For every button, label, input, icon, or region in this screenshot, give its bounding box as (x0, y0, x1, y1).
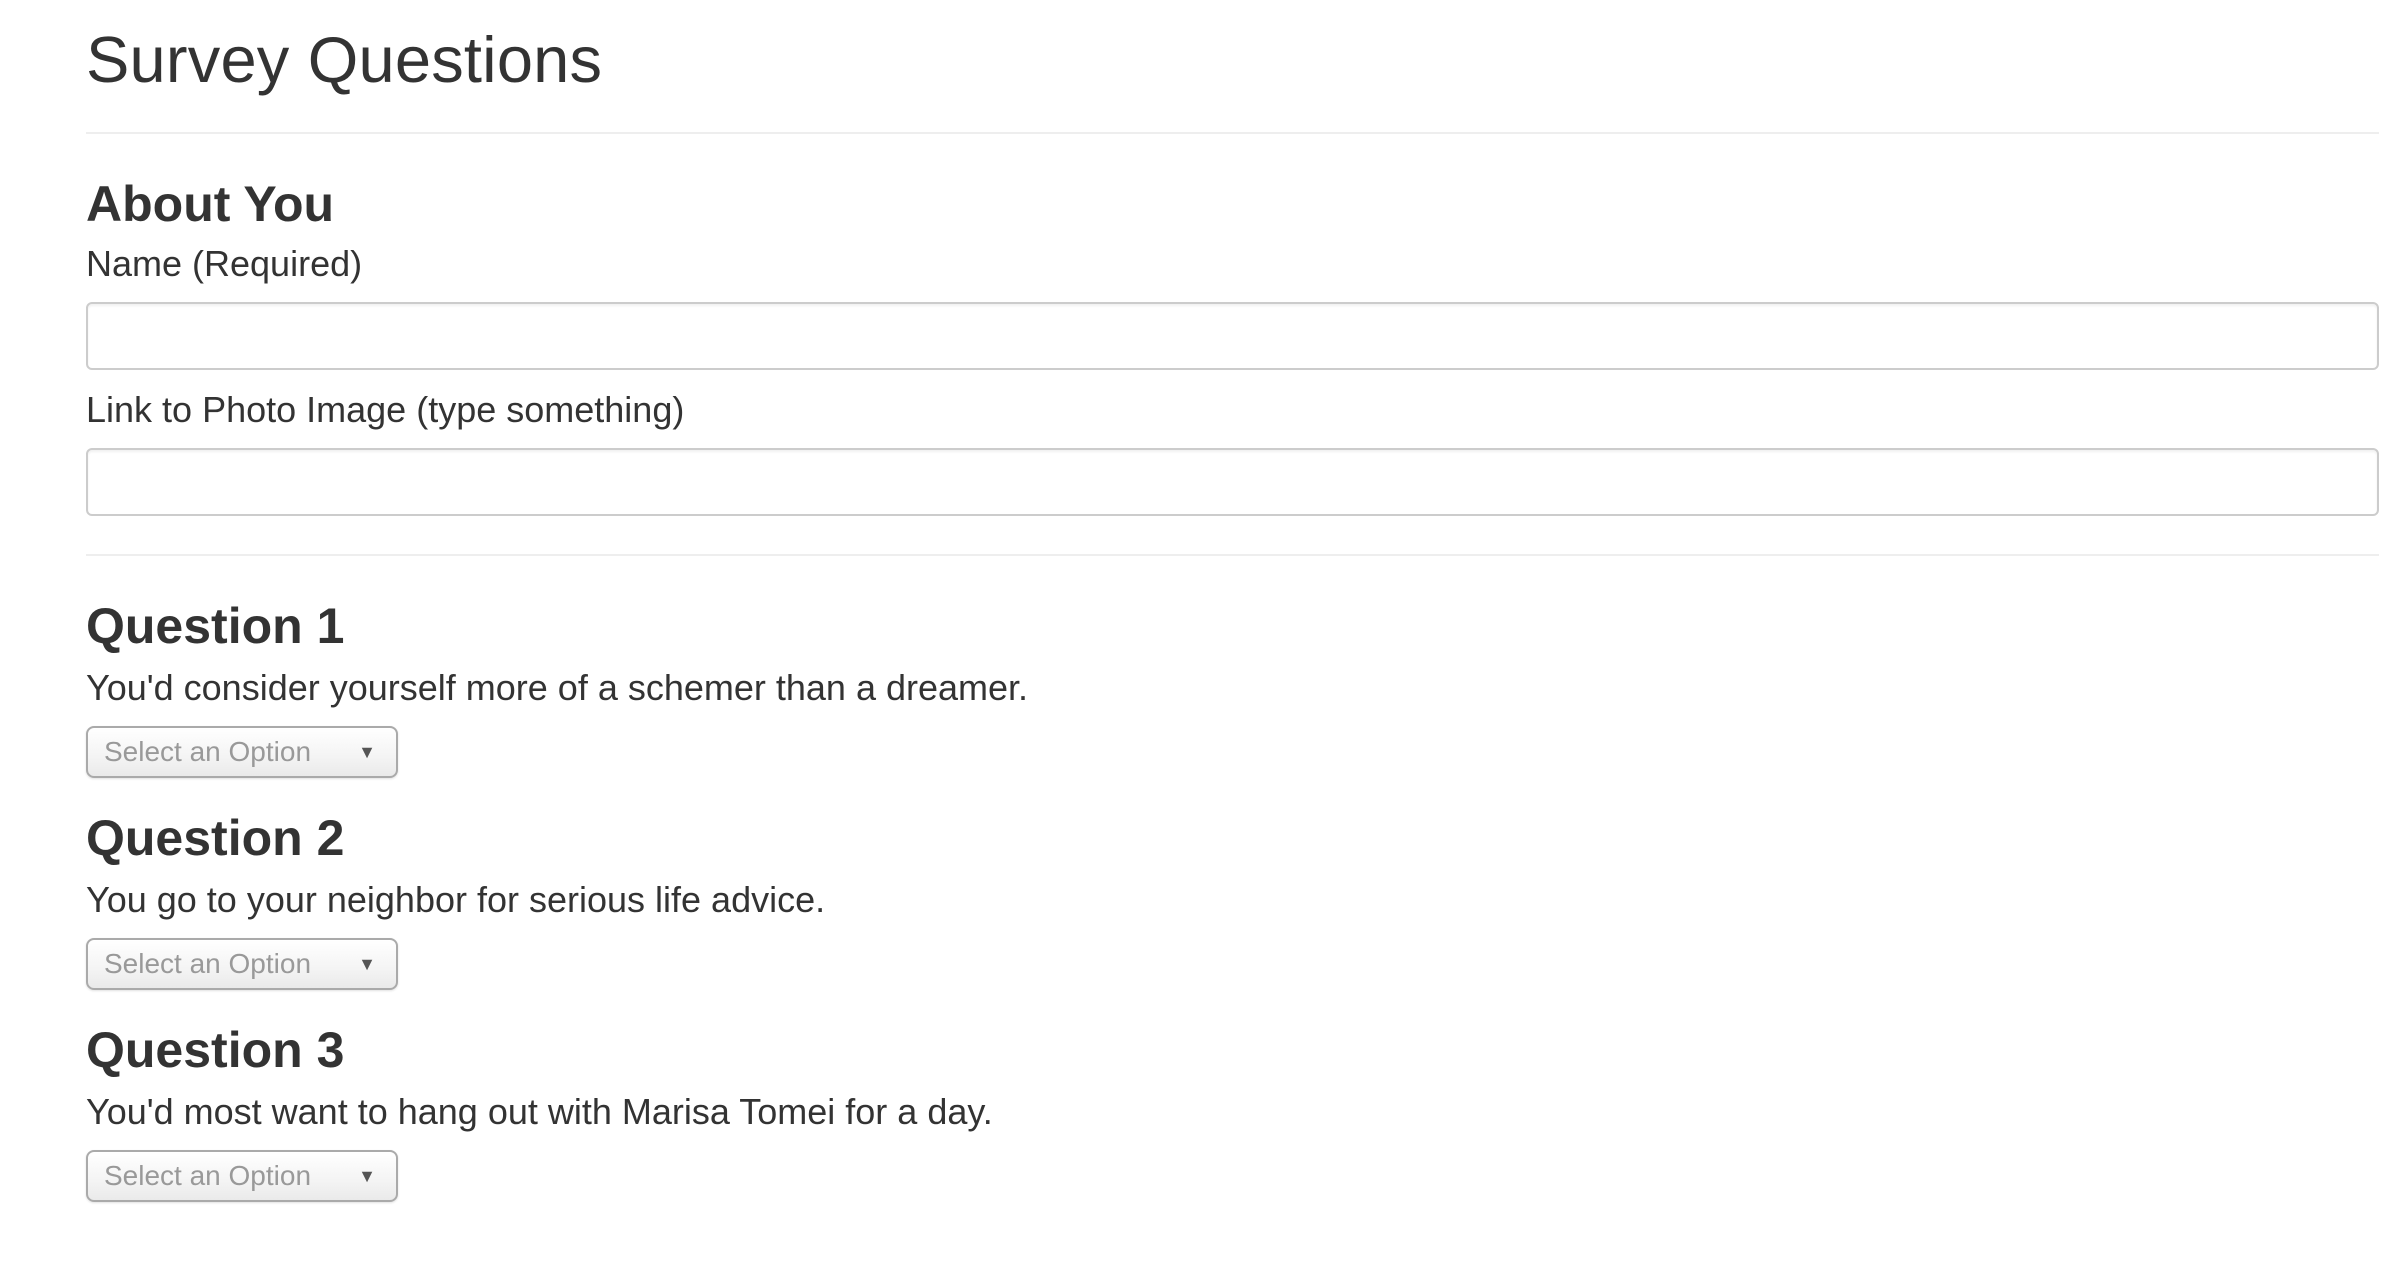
caret-down-icon: ▼ (358, 954, 376, 974)
question-1-heading: Question 1 (86, 598, 345, 654)
page-title: Survey Questions (86, 23, 603, 96)
caret-down-icon: ▼ (358, 742, 376, 762)
question-1: Question 1 You'd consider yourself more … (86, 596, 2379, 778)
question-3: Question 3 You'd most want to hang out w… (86, 1020, 2379, 1202)
section-divider (86, 554, 2379, 556)
title-divider (86, 132, 2379, 134)
question-2-text: You go to your neighbor for serious life… (86, 879, 826, 920)
question-3-select-placeholder: Select an Option (104, 1160, 312, 1191)
about-you-heading: About You (86, 176, 335, 232)
question-2: Question 2 You go to your neighbor for s… (86, 808, 2379, 990)
question-2-heading: Question 2 (86, 810, 345, 866)
question-2-select[interactable]: Select an Option ▼ (86, 938, 398, 990)
about-you-section: About You Name (Required) Link to Photo … (86, 174, 2379, 516)
question-3-heading: Question 3 (86, 1022, 345, 1078)
name-label: Name (Required) (86, 243, 363, 284)
survey-page: Survey Questions About You Name (Require… (0, 0, 2402, 1262)
question-1-text: You'd consider yourself more of a scheme… (86, 667, 1029, 708)
caret-down-icon: ▼ (358, 1166, 376, 1186)
photo-link-label: Link to Photo Image (type something) (86, 389, 685, 430)
question-1-select[interactable]: Select an Option ▼ (86, 726, 398, 778)
survey-container: Survey Questions About You Name (Require… (86, 0, 2379, 1202)
question-2-select-placeholder: Select an Option (104, 948, 312, 979)
question-3-select[interactable]: Select an Option ▼ (86, 1150, 398, 1202)
name-input[interactable] (86, 302, 2379, 370)
question-1-select-placeholder: Select an Option (104, 736, 312, 767)
question-3-text: You'd most want to hang out with Marisa … (86, 1091, 993, 1132)
photo-link-input[interactable] (86, 448, 2379, 516)
